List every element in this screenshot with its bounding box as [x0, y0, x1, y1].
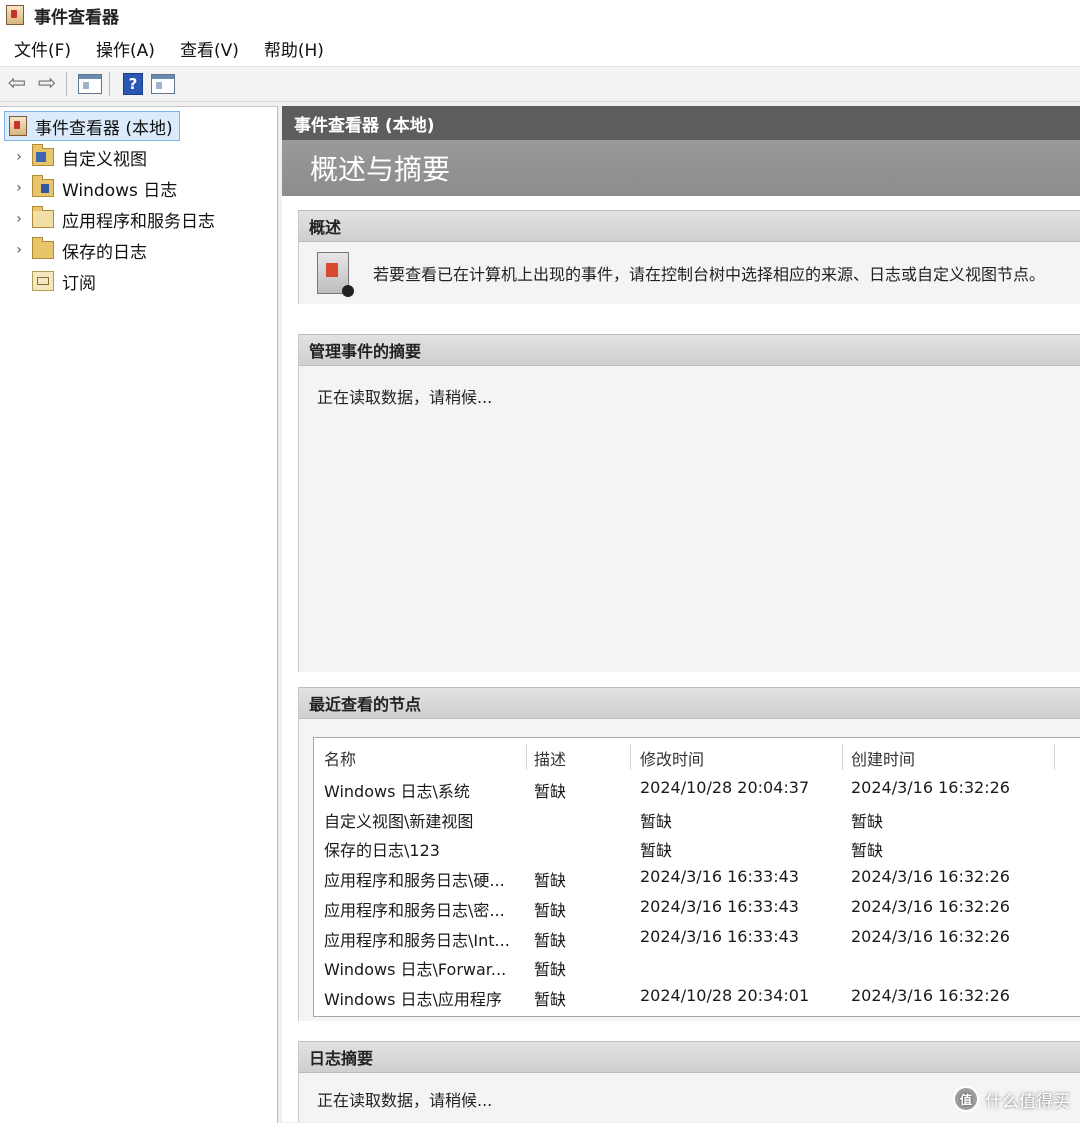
event-viewer-icon: [9, 116, 27, 136]
tree-item-label: 自定义视图: [62, 149, 147, 170]
menu-file[interactable]: 文件(F): [3, 36, 82, 61]
show-hide-console-tree-button[interactable]: [77, 71, 103, 97]
menu-help[interactable]: 帮助(H): [253, 36, 335, 61]
column-header-description[interactable]: 描述: [534, 746, 566, 770]
console-tree-icon: [78, 74, 102, 94]
cell-description: 暂缺: [534, 782, 567, 801]
overview-text: 若要查看已在计算机上出现的事件，请在控制台树中选择相应的来源、日志或自定义视图节…: [373, 265, 1046, 284]
watermark-text: 什么值得买: [985, 1091, 1070, 1112]
cell-name: Windows 日志\Forwar...: [324, 960, 507, 980]
subscriptions-icon: [32, 271, 54, 291]
tree-item-saved-logs[interactable]: › 保存的日志: [10, 236, 147, 264]
window-title: 事件查看器: [34, 7, 119, 28]
forward-button[interactable]: ⇨: [34, 71, 60, 97]
column-header-modified[interactable]: 修改时间: [640, 746, 704, 770]
watermark: 值 什么值得买: [953, 1086, 1070, 1112]
cell-created: 2024/3/16 16:32:26: [851, 985, 1010, 1005]
menu-view[interactable]: 查看(V): [169, 36, 250, 61]
cell-name: Windows 日志\系统: [324, 782, 470, 801]
action-pane-icon: [151, 74, 175, 94]
tree-root-event-viewer-local[interactable]: 事件查看器 (本地): [4, 111, 180, 141]
cell-modified: 2024/10/28 20:04:37: [640, 778, 810, 797]
admin-events-summary-title[interactable]: 管理事件的摘要: [299, 334, 1080, 366]
tree-root-label: 事件查看器 (本地): [35, 118, 173, 139]
cell-modified: 2024/3/16 16:33:43: [640, 926, 799, 946]
log-summary-title[interactable]: 日志摘要: [299, 1041, 1080, 1073]
cell-created: 2024/3/16 16:32:26: [851, 778, 1010, 797]
saved-logs-folder-icon: [32, 237, 54, 259]
admin-events-loading-text: 正在读取数据，请稍候...: [317, 388, 493, 407]
windows-logs-folder-icon: [32, 175, 54, 197]
help-icon: ?: [123, 73, 143, 95]
cell-created: 暂缺: [851, 811, 884, 831]
title-bar: 事件查看器: [0, 0, 1080, 30]
back-arrow-icon: ⇦: [7, 71, 27, 96]
chevron-right-icon[interactable]: ›: [10, 211, 28, 227]
tree-item-custom-views[interactable]: › 自定义视图: [10, 143, 147, 171]
cell-description: 暂缺: [534, 960, 567, 980]
console-tree: 事件查看器 (本地) › 自定义视图 › Windows 日志 › 应用程序和服…: [0, 106, 278, 1123]
column-header-name[interactable]: 名称: [324, 746, 356, 770]
column-separator[interactable]: [842, 744, 843, 770]
cell-description: 暂缺: [534, 989, 567, 1009]
tree-item-app-service-logs[interactable]: › 应用程序和服务日志: [10, 205, 215, 233]
cell-created: 2024/3/16 16:32:26: [851, 926, 1010, 946]
chevron-right-icon[interactable]: ›: [10, 180, 28, 196]
app-service-logs-folder-icon: [32, 206, 54, 228]
toolbar: ⇦ ⇨ ?: [0, 67, 1080, 102]
overview-section-title[interactable]: 概述: [299, 210, 1080, 242]
cell-name: 自定义视图\新建视图: [324, 811, 474, 831]
show-hide-action-pane-button[interactable]: [150, 71, 176, 97]
cell-modified: 2024/3/16 16:33:43: [640, 867, 799, 887]
cell-description: 暂缺: [534, 900, 567, 920]
column-separator[interactable]: [1054, 744, 1055, 770]
tree-item-subscriptions[interactable]: 订阅: [10, 267, 96, 295]
column-separator[interactable]: [630, 744, 631, 770]
event-log-icon: [317, 252, 354, 297]
content-header: 事件查看器 (本地): [282, 106, 1080, 140]
cell-created: 2024/3/16 16:32:26: [851, 867, 1010, 887]
tree-item-label: 应用程序和服务日志: [62, 211, 215, 232]
column-separator[interactable]: [526, 744, 527, 770]
toolbar-separator: [109, 72, 110, 96]
cell-modified: 暂缺: [640, 811, 673, 831]
cell-created: 暂缺: [851, 841, 884, 861]
cell-created: 2024/3/16 16:32:26: [851, 896, 1010, 916]
recent-nodes-table[interactable]: 名称 描述 修改时间 创建时间 Windows 日志\系统 暂缺 2024/10/2…: [313, 737, 1080, 1017]
help-button[interactable]: ?: [120, 71, 146, 97]
forward-arrow-icon: ⇨: [37, 71, 57, 96]
column-header-created[interactable]: 创建时间: [851, 746, 915, 770]
tree-item-label: 保存的日志: [62, 242, 147, 263]
chevron-right-icon[interactable]: ›: [10, 242, 28, 258]
overview-section: 概述 若要查看已在计算机上出现的事件，请在控制台树中选择相应的来源、日志或自定义…: [298, 210, 1080, 304]
content-pane: 事件查看器 (本地) 概述与摘要 概述 若要查看已在计算机上出现的事件，请在控制…: [282, 106, 1080, 1122]
cell-name: 应用程序和服务日志\密...: [324, 900, 505, 920]
tree-item-label: 订阅: [62, 273, 96, 294]
tree-item-windows-logs[interactable]: › Windows 日志: [10, 174, 177, 202]
recent-nodes-title[interactable]: 最近查看的节点: [299, 687, 1080, 719]
cell-description: 暂缺: [534, 871, 567, 891]
cell-name: 应用程序和服务日志\硬...: [324, 871, 505, 891]
recent-nodes-section: 最近查看的节点 名称 描述 修改时间 创建时间 Windows 日志\系统 暂缺 2…: [298, 687, 1080, 1021]
cell-modified: 暂缺: [640, 841, 673, 861]
cell-name: 应用程序和服务日志\Int...: [324, 930, 510, 950]
page-title: 概述与摘要: [282, 140, 1080, 196]
admin-events-summary-section: 管理事件的摘要 正在读取数据，请稍候...: [298, 334, 1080, 672]
menu-action[interactable]: 操作(A): [85, 36, 166, 61]
watermark-logo-icon: 值: [953, 1086, 979, 1112]
cell-name: 保存的日志\123: [324, 841, 440, 861]
back-button[interactable]: ⇦: [4, 71, 30, 97]
cell-modified: 2024/10/28 20:34:01: [640, 985, 810, 1005]
cell-modified: 2024/3/16 16:33:43: [640, 896, 799, 916]
cell-name: Windows 日志\应用程序: [324, 989, 502, 1009]
toolbar-separator: [66, 72, 67, 96]
custom-views-folder-icon: [32, 144, 54, 166]
chevron-right-icon[interactable]: ›: [10, 149, 28, 165]
event-viewer-app-icon: [6, 5, 24, 25]
tree-item-label: Windows 日志: [62, 180, 178, 201]
menu-bar: 文件(F) 操作(A) 查看(V) 帮助(H): [0, 30, 1080, 67]
overview-body: 若要查看已在计算机上出现的事件，请在控制台树中选择相应的来源、日志或自定义视图节…: [299, 242, 1080, 304]
cell-description: 暂缺: [534, 930, 567, 950]
